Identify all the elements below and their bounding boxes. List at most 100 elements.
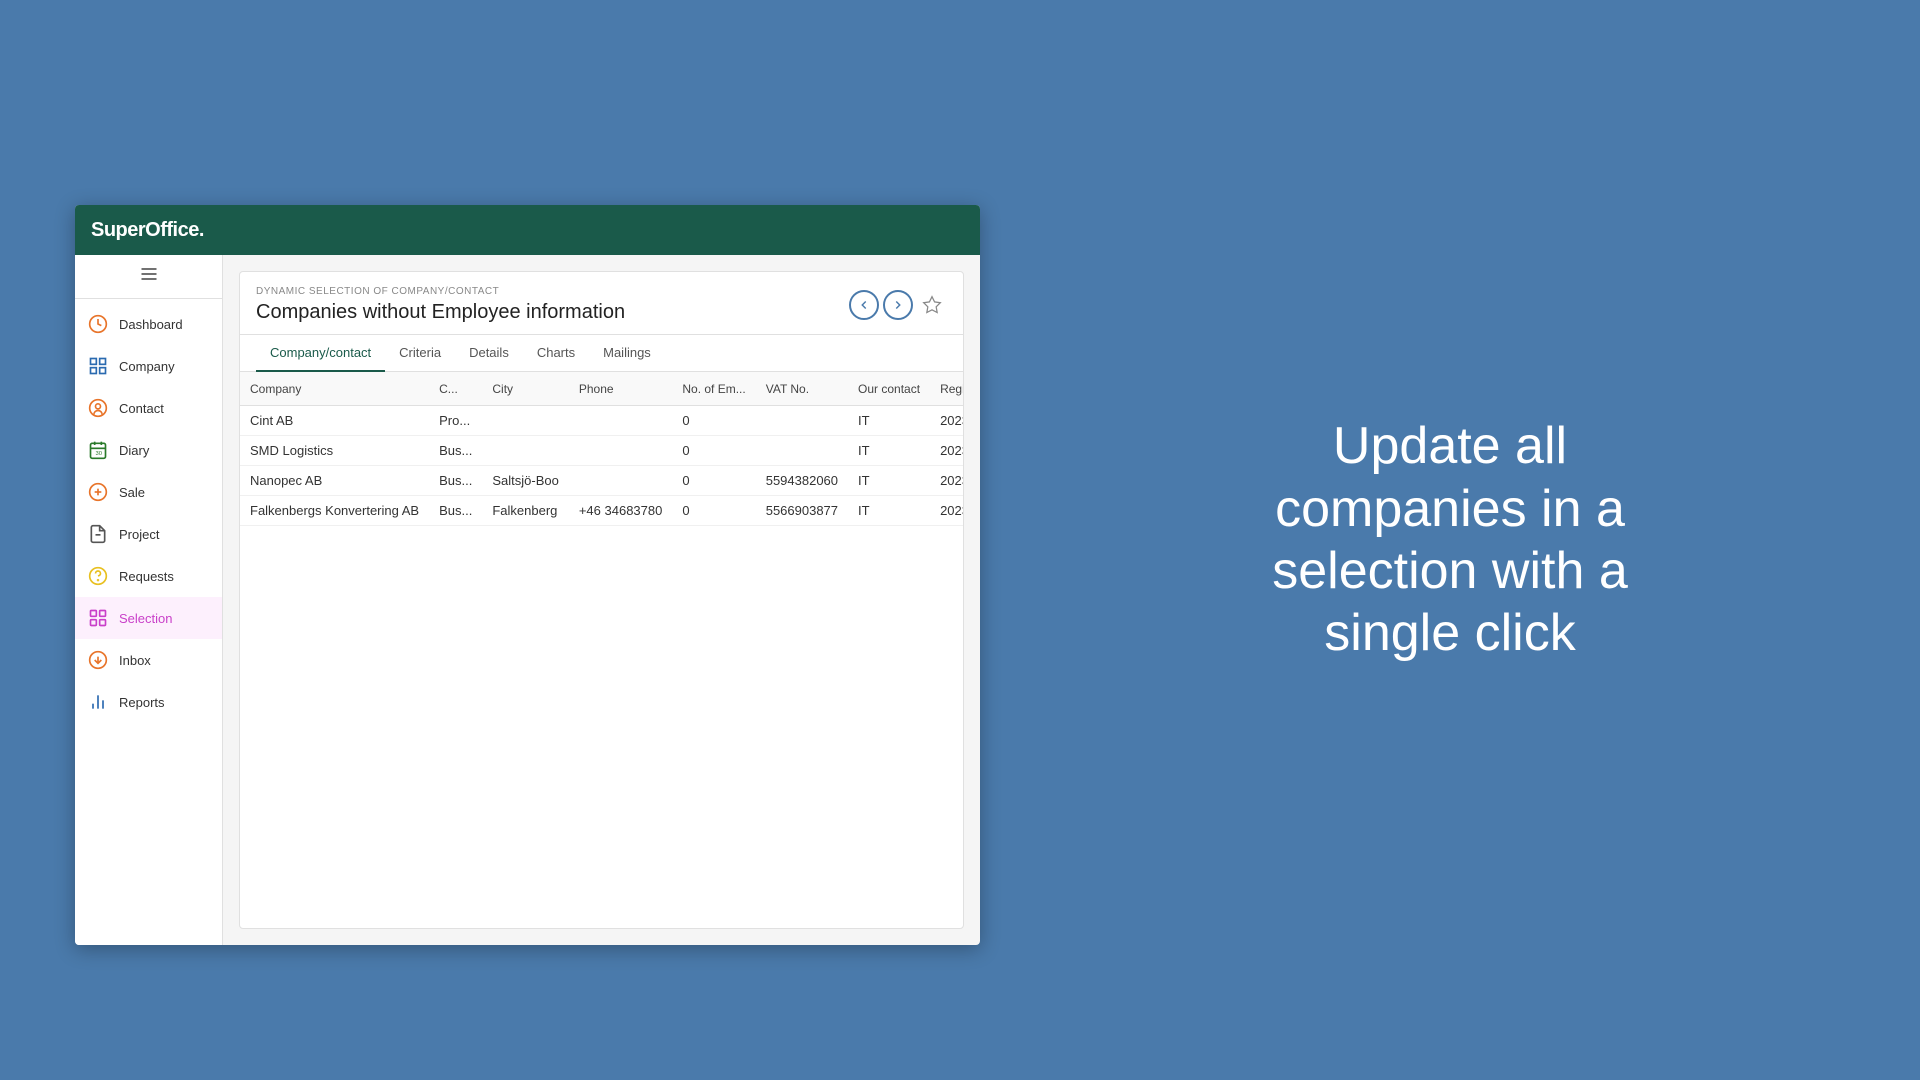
menu-icon[interactable] — [139, 264, 159, 289]
cell-phone — [569, 406, 673, 436]
sale-icon — [87, 481, 109, 503]
cell-registered: 2023-10... — [930, 466, 963, 496]
sidebar-item-selection[interactable]: Selection — [75, 597, 222, 639]
cell-contact: IT — [848, 496, 930, 526]
cell-registered: 2023-11... — [930, 406, 963, 436]
cell-category: Bus... — [429, 436, 482, 466]
sidebar-item-sale[interactable]: Sale — [75, 471, 222, 513]
sidebar-item-label-contact: Contact — [119, 401, 164, 416]
cell-vat: 5594382060 — [756, 466, 848, 496]
app-container: SuperOffice. — [75, 205, 980, 945]
panel-title: Companies without Employee information — [256, 301, 625, 324]
sidebar: Dashboard Company — [75, 255, 223, 945]
table-body: Cint AB Pro... 0 IT 2023-11... — [240, 406, 963, 526]
tab-company-contact[interactable]: Company/contact — [256, 335, 385, 372]
sidebar-item-label-reports: Reports — [119, 695, 165, 710]
cell-vat — [756, 436, 848, 466]
reports-icon — [87, 691, 109, 713]
cell-contact: IT — [848, 436, 930, 466]
sidebar-item-label-diary: Diary — [119, 443, 149, 458]
companies-table: Company C... City Phone No. of Em... VAT… — [240, 372, 963, 526]
panel-tabs: Company/contact Criteria Details Charts … — [240, 335, 963, 372]
sidebar-item-company[interactable]: Company — [75, 345, 222, 387]
cell-category: Pro... — [429, 406, 482, 436]
svg-text:30: 30 — [96, 451, 103, 457]
table-container: Company C... City Phone No. of Em... VAT… — [240, 372, 963, 928]
tab-charts[interactable]: Charts — [523, 335, 589, 372]
table-row[interactable]: SMD Logistics Bus... 0 IT 2023-11... — [240, 436, 963, 466]
hero-panel: Update all companies in a selection with… — [980, 375, 1920, 705]
col-company: Company — [240, 372, 429, 406]
cell-employees: 0 — [672, 496, 755, 526]
col-phone: Phone — [569, 372, 673, 406]
tab-criteria[interactable]: Criteria — [385, 335, 455, 372]
col-registered: Regist... — [930, 372, 963, 406]
sidebar-item-label-requests: Requests — [119, 569, 174, 584]
sidebar-item-diary[interactable]: 30 Diary — [75, 429, 222, 471]
forward-button[interactable] — [883, 290, 913, 320]
inbox-icon — [87, 649, 109, 671]
top-bar: SuperOffice. — [75, 205, 980, 255]
col-our-contact: Our contact — [848, 372, 930, 406]
table-row[interactable]: Nanopec AB Bus... Saltsjö-Boo 0 55943820… — [240, 466, 963, 496]
sidebar-item-project[interactable]: Project — [75, 513, 222, 555]
sidebar-item-inbox[interactable]: Inbox — [75, 639, 222, 681]
table-row[interactable]: Cint AB Pro... 0 IT 2023-11... — [240, 406, 963, 436]
cell-city: Saltsjö-Boo — [482, 466, 568, 496]
tab-mailings[interactable]: Mailings — [589, 335, 665, 372]
sidebar-item-reports[interactable]: Reports — [75, 681, 222, 723]
app-logo: SuperOffice. — [91, 219, 204, 242]
col-category: C... — [429, 372, 482, 406]
main-panel: DYNAMIC SELECTION OF COMPANY/CONTACT Com… — [239, 271, 964, 929]
panel-header-left: DYNAMIC SELECTION OF COMPANY/CONTACT Com… — [256, 286, 625, 324]
requests-icon — [87, 565, 109, 587]
company-icon — [87, 355, 109, 377]
sidebar-item-label-company: Company — [119, 359, 175, 374]
panel-subtitle: DYNAMIC SELECTION OF COMPANY/CONTACT — [256, 286, 625, 297]
cell-category: Bus... — [429, 466, 482, 496]
cell-vat: 5566903877 — [756, 496, 848, 526]
cell-employees: 0 — [672, 436, 755, 466]
cell-registered: 2023-11... — [930, 436, 963, 466]
table-row[interactable]: Falkenbergs Konvertering AB Bus... Falke… — [240, 496, 963, 526]
cell-category: Bus... — [429, 496, 482, 526]
cell-company: Cint AB — [240, 406, 429, 436]
sidebar-item-requests[interactable]: Requests — [75, 555, 222, 597]
panel-header: DYNAMIC SELECTION OF COMPANY/CONTACT Com… — [240, 272, 963, 335]
tab-details[interactable]: Details — [455, 335, 523, 372]
main-area: Dashboard Company — [75, 255, 980, 945]
sidebar-top — [75, 255, 222, 299]
cell-contact: IT — [848, 466, 930, 496]
cell-registered: 2023-09... — [930, 496, 963, 526]
col-city: City — [482, 372, 568, 406]
panel-header-actions — [849, 290, 947, 320]
cell-contact: IT — [848, 406, 930, 436]
cell-company: Falkenbergs Konvertering AB — [240, 496, 429, 526]
sidebar-item-label-selection: Selection — [119, 611, 172, 626]
cell-vat — [756, 406, 848, 436]
col-no-of-employees: No. of Em... — [672, 372, 755, 406]
favorite-button[interactable] — [917, 290, 947, 320]
cell-city — [482, 406, 568, 436]
cell-phone — [569, 466, 673, 496]
sidebar-item-label-project: Project — [119, 527, 159, 542]
sidebar-item-contact[interactable]: Contact — [75, 387, 222, 429]
project-icon — [87, 523, 109, 545]
cell-employees: 0 — [672, 466, 755, 496]
sidebar-item-dashboard[interactable]: Dashboard — [75, 303, 222, 345]
hero-text: Update all companies in a selection with… — [1200, 415, 1700, 665]
cell-employees: 0 — [672, 406, 755, 436]
diary-icon: 30 — [87, 439, 109, 461]
cell-company: Nanopec AB — [240, 466, 429, 496]
cell-city — [482, 436, 568, 466]
cell-phone — [569, 436, 673, 466]
dashboard-icon — [87, 313, 109, 335]
selection-icon — [87, 607, 109, 629]
cell-phone: +46 34683780 — [569, 496, 673, 526]
sidebar-item-label-inbox: Inbox — [119, 653, 151, 668]
back-button[interactable] — [849, 290, 879, 320]
cell-city: Falkenberg — [482, 496, 568, 526]
contact-icon — [87, 397, 109, 419]
content-area: DYNAMIC SELECTION OF COMPANY/CONTACT Com… — [223, 255, 980, 945]
table-header-row: Company C... City Phone No. of Em... VAT… — [240, 372, 963, 406]
